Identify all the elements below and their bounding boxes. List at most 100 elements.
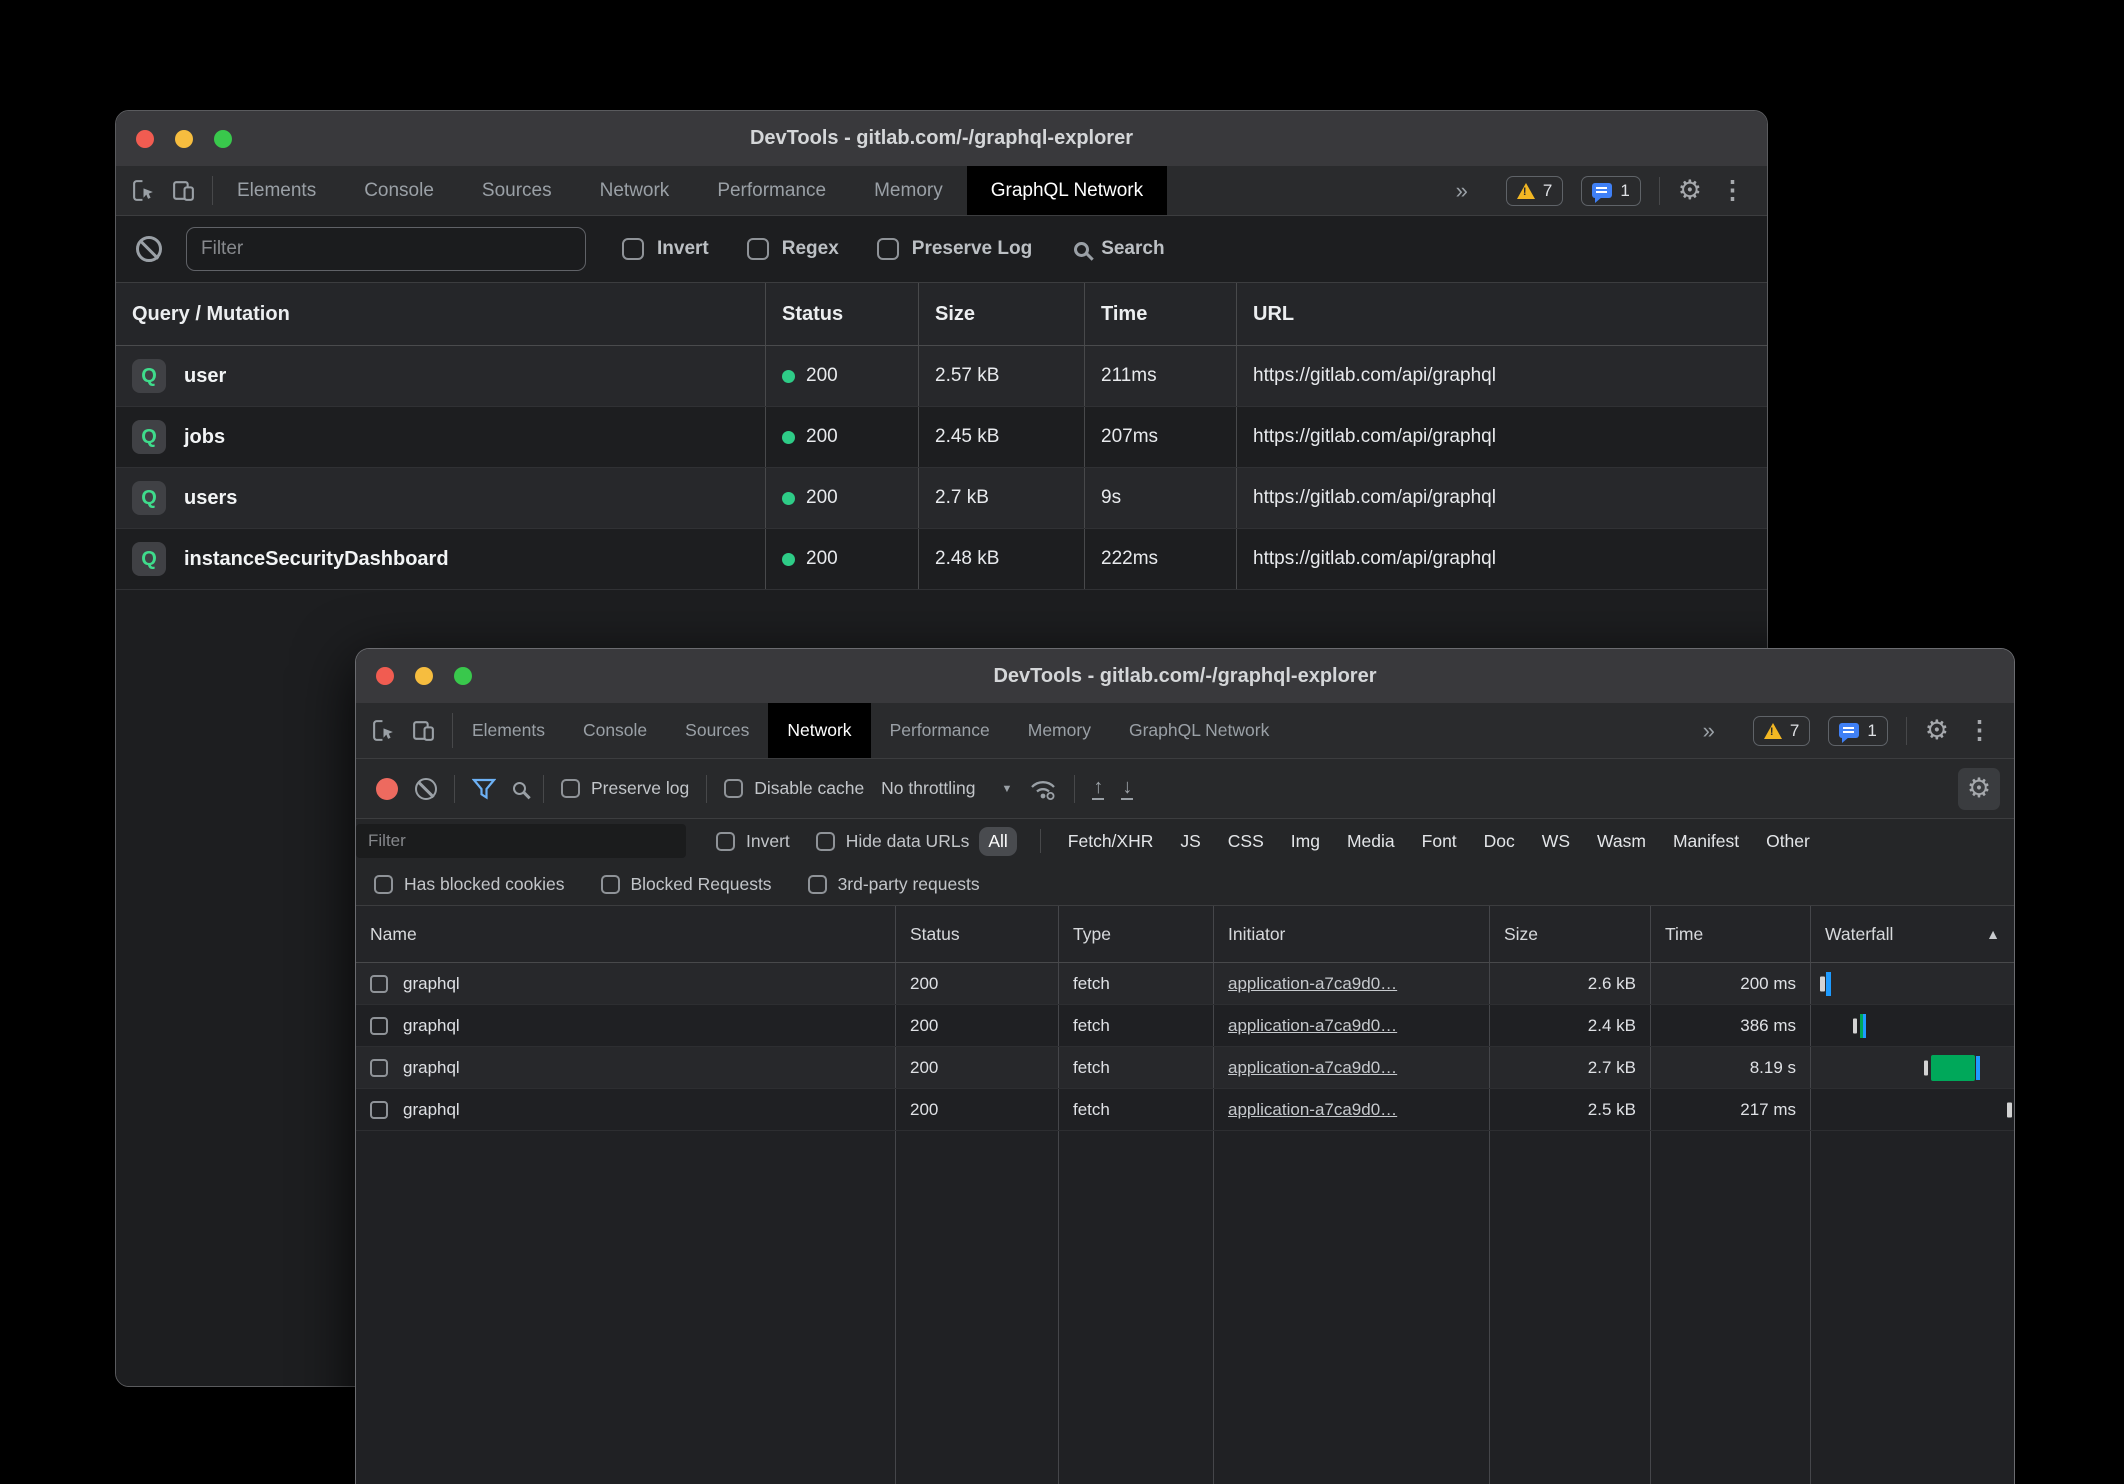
column-query-mutation[interactable]: Query / Mutation [116,283,765,345]
filter-type-ws[interactable]: WS [1542,831,1570,852]
issues-badge[interactable]: 1 [1581,176,1640,206]
minimize-button[interactable] [415,667,433,685]
filter-type-css[interactable]: CSS [1228,831,1264,852]
device-toolbar-icon[interactable] [170,178,196,204]
filter-type-img[interactable]: Img [1291,831,1320,852]
warnings-badge[interactable]: ! 7 [1753,716,1810,746]
network-settings-button[interactable]: ⚙ [1958,768,2000,810]
blocked-requests-checkbox[interactable]: Blocked Requests [601,874,772,895]
row-checkbox[interactable] [370,1059,388,1077]
close-button[interactable] [376,667,394,685]
tab-performance[interactable]: Performance [693,166,850,215]
inspect-element-icon[interactable] [370,718,396,744]
preserve-log-checkbox[interactable]: Preserve Log [877,238,1032,260]
settings-gear-icon[interactable]: ⚙ [1678,177,1702,204]
tab-network[interactable]: Network [768,703,870,758]
column-url[interactable]: URL [1236,283,1767,345]
filter-type-all[interactable]: All [979,827,1016,856]
tab-memory[interactable]: Memory [850,166,967,215]
titlebar[interactable]: DevTools - gitlab.com/-/graphql-explorer [116,111,1767,166]
more-tabs-icon[interactable]: » [1456,178,1468,204]
row-checkbox[interactable] [370,1017,388,1035]
invert-checkbox[interactable]: Invert [622,238,709,260]
filter-type-other[interactable]: Other [1766,831,1810,852]
table-row[interactable]: graphql 200 fetch application-a7ca9d0… 2… [356,1089,2014,1131]
column-status[interactable]: Status [895,906,1058,962]
inspect-element-icon[interactable] [130,178,156,204]
row-checkbox[interactable] [370,1101,388,1119]
table-row[interactable]: Qusers 200 2.7 kB 9s https://gitlab.com/… [116,468,1767,529]
tab-elements[interactable]: Elements [453,703,564,758]
export-har-icon[interactable]: ↓ [1121,777,1133,800]
column-status[interactable]: Status [765,283,918,345]
tab-graphql-network[interactable]: GraphQL Network [967,166,1167,215]
table-row[interactable]: graphql 200 fetch application-a7ca9d0… 2… [356,1047,2014,1089]
table-row[interactable]: graphql 200 fetch application-a7ca9d0… 2… [356,963,2014,1005]
has-blocked-cookies-checkbox[interactable]: Has blocked cookies [374,874,565,895]
tab-network[interactable]: Network [576,166,694,215]
column-size[interactable]: Size [918,283,1084,345]
zoom-button[interactable] [454,667,472,685]
table-row[interactable]: QinstanceSecurityDashboard 200 2.48 kB 2… [116,529,1767,590]
filter-type-manifest[interactable]: Manifest [1673,831,1739,852]
search-icon[interactable] [513,782,526,795]
network-conditions-icon[interactable] [1029,777,1057,801]
waterfall-bar[interactable] [1810,1047,2014,1088]
column-time[interactable]: Time [1650,906,1810,962]
more-tabs-icon[interactable]: » [1703,718,1715,744]
filter-funnel-icon[interactable] [472,778,496,800]
third-party-requests-checkbox[interactable]: 3rd-party requests [808,874,980,895]
column-waterfall[interactable]: Waterfall ▲ [1810,906,2014,962]
column-type[interactable]: Type [1058,906,1213,962]
tab-elements[interactable]: Elements [213,166,340,215]
clear-icon[interactable] [136,236,162,262]
filter-type-wasm[interactable]: Wasm [1597,831,1646,852]
table-row[interactable]: Quser 200 2.57 kB 211ms https://gitlab.c… [116,346,1767,407]
tab-graphql-network[interactable]: GraphQL Network [1110,703,1288,758]
column-initiator[interactable]: Initiator [1213,906,1489,962]
initiator-link[interactable]: application-a7ca9d0… [1228,1100,1397,1120]
column-size[interactable]: Size [1489,906,1650,962]
tab-sources[interactable]: Sources [458,166,576,215]
filter-type-js[interactable]: JS [1180,831,1200,852]
preserve-log-checkbox[interactable]: Preserve log [561,778,689,799]
initiator-link[interactable]: application-a7ca9d0… [1228,1058,1397,1078]
tab-performance[interactable]: Performance [871,703,1009,758]
close-button[interactable] [136,130,154,148]
filter-type-font[interactable]: Font [1422,831,1457,852]
minimize-button[interactable] [175,130,193,148]
search-button[interactable]: Search [1074,238,1164,260]
titlebar[interactable]: DevTools - gitlab.com/-/graphql-explorer [356,649,2014,703]
regex-checkbox[interactable]: Regex [747,238,839,260]
zoom-button[interactable] [214,130,232,148]
device-toolbar-icon[interactable] [410,718,436,744]
waterfall-bar[interactable] [1810,963,2014,1004]
throttling-dropdown[interactable]: No throttling ▼ [881,778,1012,799]
tab-memory[interactable]: Memory [1009,703,1110,758]
column-time[interactable]: Time [1084,283,1236,345]
invert-checkbox[interactable]: Invert [716,831,790,852]
tab-console[interactable]: Console [340,166,458,215]
tab-sources[interactable]: Sources [666,703,768,758]
initiator-link[interactable]: application-a7ca9d0… [1228,974,1397,994]
waterfall-bar[interactable] [1810,1089,2014,1130]
filter-type-doc[interactable]: Doc [1484,831,1515,852]
disable-cache-checkbox[interactable]: Disable cache [724,778,864,799]
filter-type-media[interactable]: Media [1347,831,1395,852]
filter-input[interactable] [186,227,586,271]
waterfall-bar[interactable] [1810,1005,2014,1046]
tab-console[interactable]: Console [564,703,666,758]
clear-network-log-icon[interactable] [415,778,437,800]
initiator-link[interactable]: application-a7ca9d0… [1228,1016,1397,1036]
table-row[interactable]: graphql 200 fetch application-a7ca9d0… 2… [356,1005,2014,1047]
record-button[interactable] [376,778,398,800]
table-row[interactable]: Qjobs 200 2.45 kB 207ms https://gitlab.c… [116,407,1767,468]
column-name[interactable]: Name [356,906,895,962]
import-har-icon[interactable]: ↑ [1092,777,1104,800]
settings-gear-icon[interactable]: ⚙ [1925,717,1949,744]
hide-data-urls-checkbox[interactable]: Hide data URLs [816,831,970,852]
row-checkbox[interactable] [370,975,388,993]
issues-badge[interactable]: 1 [1828,716,1887,746]
filter-type-fetch-xhr[interactable]: Fetch/XHR [1068,831,1154,852]
warnings-badge[interactable]: ! 7 [1506,176,1563,206]
